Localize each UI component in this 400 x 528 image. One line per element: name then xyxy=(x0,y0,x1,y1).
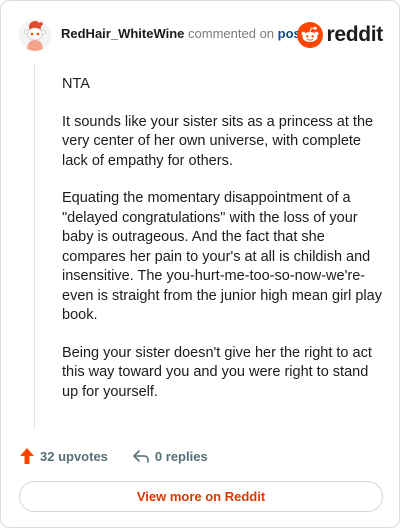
comment-embed-card: RedHair_WhiteWine commented on post redd… xyxy=(0,0,400,528)
comment-paragraph: Equating the momentary disappointment of… xyxy=(62,190,382,323)
comment-header: RedHair_WhiteWine commented on post redd… xyxy=(15,15,385,55)
upvotes-count: 32 upvotes xyxy=(40,448,108,464)
replies-stat[interactable]: 0 replies xyxy=(132,448,208,464)
reddit-wordmark: reddit xyxy=(326,23,383,46)
commented-on-text: commented on xyxy=(188,26,275,41)
thread-line xyxy=(34,63,35,430)
comment-paragraph: Being your sister doesn't give her the r… xyxy=(62,344,372,400)
user-avatar[interactable] xyxy=(19,19,51,51)
view-more-button[interactable]: View more on Reddit xyxy=(19,481,383,512)
replies-count: 0 replies xyxy=(154,448,208,464)
reddit-snoo-icon xyxy=(297,22,324,48)
comment-paragraph: NTA xyxy=(62,76,90,92)
upvote-arrow-icon xyxy=(20,448,34,464)
reddit-logo[interactable]: reddit xyxy=(297,20,383,50)
snoo-avatar-icon xyxy=(19,19,51,51)
comment-paragraph: It sounds like your sister sits as a pri… xyxy=(62,113,374,169)
comment-body: NTA It sounds like your sister sits as a… xyxy=(62,75,382,420)
reply-arrow-icon xyxy=(133,450,149,463)
author-line: RedHair_WhiteWine commented on post xyxy=(61,26,305,42)
comment-footer: 32 upvotes 0 replies xyxy=(19,444,232,468)
upvotes-stat[interactable]: 32 upvotes xyxy=(19,447,108,465)
author-username[interactable]: RedHair_WhiteWine xyxy=(61,26,184,41)
